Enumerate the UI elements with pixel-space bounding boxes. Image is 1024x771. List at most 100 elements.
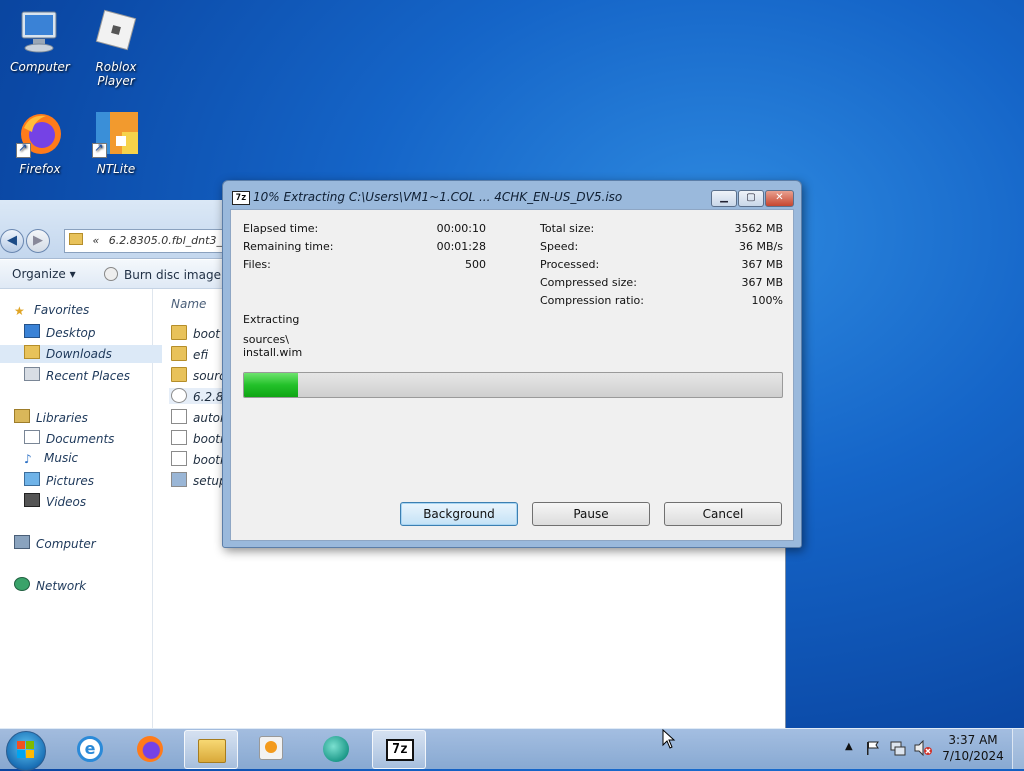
videos-icon bbox=[24, 493, 40, 507]
organize-menu[interactable]: Organize ▾ bbox=[12, 267, 76, 281]
nav-downloads[interactable]: Downloads bbox=[0, 345, 162, 363]
nav-libraries[interactable]: Libraries bbox=[14, 409, 88, 425]
firefox-icon bbox=[137, 736, 163, 762]
nav-label: Favorites bbox=[34, 303, 90, 317]
dialog-titlebar[interactable]: 7z 10% Extracting C:\Users\VM1~1.COL ...… bbox=[223, 181, 801, 209]
minimize-button[interactable]: ▁ bbox=[711, 190, 737, 207]
nav-label: Recent Places bbox=[46, 369, 130, 383]
media-player-icon bbox=[259, 736, 283, 760]
folder-icon bbox=[69, 233, 83, 245]
disc-image-icon bbox=[171, 388, 187, 403]
action-center-flag-icon[interactable] bbox=[866, 741, 880, 755]
ntlite-icon bbox=[92, 110, 140, 158]
speed-value: 36 MB/s bbox=[739, 240, 783, 253]
shortcut-arrow-icon bbox=[92, 141, 107, 158]
file-name: autor bbox=[193, 411, 225, 425]
progress-bar bbox=[243, 372, 783, 398]
nav-videos[interactable]: Videos bbox=[24, 493, 86, 509]
desktop-icon-label: Firefox bbox=[19, 162, 61, 176]
clock-time: 3:37 AM bbox=[948, 733, 998, 747]
files-label: Files: bbox=[243, 258, 271, 271]
desktop-icon-firefox[interactable]: Firefox bbox=[0, 110, 80, 176]
column-header-name[interactable]: Name bbox=[171, 297, 206, 311]
elapsed-time-value: 00:00:10 bbox=[436, 222, 486, 235]
compression-ratio-value: 100% bbox=[751, 294, 783, 307]
burn-label: Burn disc image bbox=[124, 268, 221, 282]
nav-label: Downloads bbox=[46, 347, 112, 361]
desktop-icon-computer[interactable]: Computer bbox=[0, 8, 80, 74]
nav-computer[interactable]: Computer bbox=[14, 535, 96, 551]
navigation-pane: ★ Favorites Desktop Downloads Recent Plac… bbox=[0, 289, 162, 728]
list-item[interactable]: autor bbox=[171, 409, 225, 425]
nav-network[interactable]: Network bbox=[14, 577, 86, 593]
taskbar-firefox[interactable] bbox=[124, 730, 176, 767]
desktop-icon-label: Roblox Player bbox=[95, 60, 137, 88]
nav-desktop[interactable]: Desktop bbox=[24, 324, 96, 340]
libraries-icon bbox=[14, 409, 30, 423]
list-item[interactable]: efi bbox=[171, 346, 208, 362]
network-icon[interactable] bbox=[890, 740, 906, 756]
forward-button[interactable]: ▶ bbox=[26, 229, 50, 253]
nav-favorites[interactable]: ★ Favorites bbox=[14, 303, 90, 318]
taskbar-7zip[interactable]: 7z bbox=[372, 730, 426, 769]
nav-recent-places[interactable]: Recent Places bbox=[24, 367, 130, 383]
files-value: 500 bbox=[465, 258, 486, 271]
nav-label: Computer bbox=[36, 537, 96, 551]
compressed-size-value: 367 MB bbox=[741, 276, 783, 289]
list-item[interactable]: setup bbox=[171, 472, 227, 488]
show-desktop-button[interactable] bbox=[1012, 729, 1024, 769]
folder-icon bbox=[171, 325, 187, 340]
taskbar-app[interactable] bbox=[310, 730, 362, 767]
cancel-button[interactable]: Cancel bbox=[664, 502, 782, 526]
current-directory: sources\ bbox=[243, 333, 289, 346]
disc-icon bbox=[104, 267, 118, 281]
mouse-cursor-icon bbox=[662, 728, 676, 752]
list-item[interactable]: boot bbox=[171, 325, 220, 341]
remaining-time-label: Remaining time: bbox=[243, 240, 334, 253]
desktop-icon-label: NTLite bbox=[96, 162, 136, 176]
speed-label: Speed: bbox=[540, 240, 579, 253]
file-icon bbox=[171, 430, 187, 445]
address-bar[interactable]: « 6.2.8305.0.fbl_dnt3_wi bbox=[64, 229, 246, 253]
dialog-title: 10% Extracting C:\Users\VM1~1.COL ... 4C… bbox=[253, 190, 623, 204]
address-path: 6.2.8305.0.fbl_dnt3_wi bbox=[108, 234, 235, 247]
app-icon bbox=[323, 736, 349, 762]
file-icon bbox=[171, 451, 187, 466]
computer-icon bbox=[16, 8, 64, 56]
firefox-icon bbox=[16, 110, 64, 158]
desktop-icon-roblox[interactable]: Roblox Player bbox=[76, 8, 156, 88]
network-icon bbox=[14, 577, 30, 591]
start-button[interactable] bbox=[6, 731, 46, 771]
current-file: install.wim bbox=[243, 346, 303, 359]
desktop-icon-ntlite[interactable]: NTLite bbox=[76, 110, 156, 176]
taskbar: e 7z ▲ 3:37 AM 7/10/2024 bbox=[0, 728, 1024, 771]
organize-label: Organize bbox=[12, 267, 66, 281]
status-text: Extracting bbox=[243, 313, 300, 326]
taskbar-media-player[interactable] bbox=[246, 730, 298, 767]
internet-explorer-icon: e bbox=[77, 736, 103, 762]
background-button[interactable]: Background bbox=[400, 502, 518, 526]
documents-icon bbox=[24, 430, 40, 444]
nav-documents[interactable]: Documents bbox=[24, 430, 114, 446]
back-button[interactable]: ◀ bbox=[0, 229, 24, 253]
star-icon: ★ bbox=[14, 304, 25, 318]
processed-value: 367 MB bbox=[741, 258, 783, 271]
taskbar-file-explorer[interactable] bbox=[184, 730, 238, 769]
show-hidden-icons-button[interactable]: ▲ bbox=[845, 741, 853, 752]
clock-date: 7/10/2024 bbox=[942, 749, 1004, 763]
close-button[interactable]: ✕ bbox=[765, 190, 794, 207]
volume-muted-icon[interactable] bbox=[914, 739, 932, 757]
autorun-icon bbox=[171, 409, 187, 424]
pause-button[interactable]: Pause bbox=[532, 502, 650, 526]
taskbar-internet-explorer[interactable]: e bbox=[64, 730, 116, 767]
total-size-value: 3562 MB bbox=[734, 222, 783, 235]
desktop-icon bbox=[24, 324, 40, 338]
clock[interactable]: 3:37 AM 7/10/2024 bbox=[940, 733, 1006, 763]
nav-music[interactable]: ♪ Music bbox=[24, 451, 78, 466]
nav-label: Documents bbox=[46, 432, 115, 446]
recent-places-icon bbox=[24, 367, 40, 381]
maximize-button[interactable]: ▢ bbox=[738, 190, 764, 207]
nav-pictures[interactable]: Pictures bbox=[24, 472, 94, 488]
burn-disc-image-button[interactable]: Burn disc image bbox=[104, 267, 221, 282]
elapsed-time-label: Elapsed time: bbox=[243, 222, 319, 235]
